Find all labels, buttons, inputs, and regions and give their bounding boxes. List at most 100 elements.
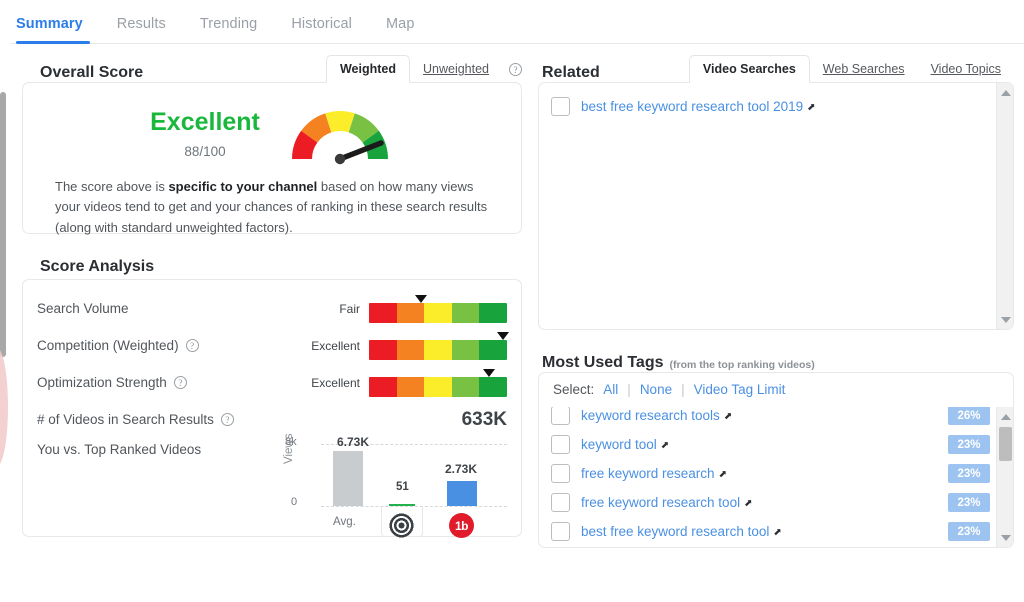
list-item[interactable]: free keyword research tool ⬈ 23% xyxy=(539,488,996,517)
list-item[interactable]: best free keyword research tool 2019 ⬈ xyxy=(539,93,996,120)
list-item[interactable]: free keyword research ⬈ 23% xyxy=(539,459,996,488)
tab-video-searches[interactable]: Video Searches xyxy=(688,55,810,83)
select-none-link[interactable]: None xyxy=(640,382,672,397)
scroll-up-arrow-icon[interactable] xyxy=(997,84,1013,101)
score-description: The score above is specific to your chan… xyxy=(39,171,505,238)
external-link-icon: ⬈ xyxy=(744,498,753,509)
tab-map[interactable]: Map xyxy=(369,16,432,43)
bar-tubebuddy xyxy=(447,481,477,506)
list-item[interactable]: keyword tool ⬈ 23% xyxy=(539,430,996,459)
page-scrollbar-thumb[interactable] xyxy=(0,92,6,357)
question-mark-icon[interactable]: ? xyxy=(509,63,522,76)
gauge-icon xyxy=(286,103,394,165)
related-title: Related xyxy=(542,64,600,81)
related-list-card: best free keyword research tool 2019 ⬈ xyxy=(538,82,1014,330)
most-used-tags-title: Most Used Tags xyxy=(542,354,664,371)
related-link[interactable]: best free keyword research tool 2019 ⬈ xyxy=(581,99,816,114)
checkbox[interactable] xyxy=(551,522,570,541)
tag-link[interactable]: free keyword research tool ⬈ xyxy=(581,495,752,510)
meter-marker-icon xyxy=(415,294,428,303)
related-link-text: best free keyword research tool 2019 xyxy=(581,99,804,114)
analysis-row-optimization: Optimization Strength ? Excellent xyxy=(37,364,507,401)
separator: | xyxy=(627,382,631,397)
tab-video-topics[interactable]: Video Topics xyxy=(918,56,1014,82)
tag-text: free keyword research xyxy=(581,466,715,481)
external-link-icon: ⬈ xyxy=(723,411,733,422)
bar-value-label: 6.73K xyxy=(337,435,370,449)
bar-value-label: 2.73K xyxy=(445,462,478,476)
checkbox[interactable] xyxy=(551,493,570,512)
analysis-grade: Excellent xyxy=(311,375,360,390)
tag-link[interactable]: free keyword research ⬈ xyxy=(581,466,727,481)
analysis-label: Competition (Weighted) xyxy=(37,338,179,353)
analysis-meter-wrap xyxy=(369,331,509,360)
checkbox[interactable] xyxy=(551,464,570,483)
analysis-row-video-count: # of Videos in Search Results ? 633K xyxy=(37,401,507,438)
tag-link[interactable]: keyword tool ⬈ xyxy=(581,437,669,452)
tab-unweighted[interactable]: Unweighted xyxy=(410,56,502,82)
tag-text: free keyword research tool xyxy=(581,495,741,510)
scroll-down-arrow-icon[interactable] xyxy=(997,529,1013,546)
checkbox[interactable] xyxy=(551,435,570,454)
list-item[interactable]: best free keyword research tool ⬈ 23% xyxy=(539,517,996,546)
tab-web-searches[interactable]: Web Searches xyxy=(810,56,918,82)
score-analysis-card: Search Volume Fair Competition (Weighted… xyxy=(22,279,522,538)
tab-weighted[interactable]: Weighted xyxy=(325,55,410,83)
video-tag-limit-link[interactable]: Video Tag Limit xyxy=(694,382,786,397)
tags-scrollbar[interactable] xyxy=(996,407,1013,547)
related-header: Related Video Searches Web Searches Vide… xyxy=(538,52,1014,83)
analysis-meter-wrap xyxy=(369,294,507,323)
most-used-tags-card: Select: All | None | Video Tag Limit key… xyxy=(538,372,1014,548)
checkbox[interactable] xyxy=(551,407,570,425)
comparison-label: You vs. Top Ranked Videos xyxy=(37,442,202,457)
rating-meter xyxy=(369,376,507,397)
meter-marker-icon xyxy=(483,368,496,377)
score-value: 88/100 xyxy=(184,143,226,159)
tag-link[interactable]: keyword research tools ⬈ xyxy=(581,408,732,423)
checkbox[interactable] xyxy=(551,97,570,116)
target-icon xyxy=(389,513,414,538)
tab-historical[interactable]: Historical xyxy=(274,16,369,43)
tab-trending[interactable]: Trending xyxy=(183,16,275,43)
score-row: Excellent 88/100 xyxy=(39,97,505,171)
tag-percent-badge: 26% xyxy=(948,407,990,425)
external-link-icon: ⬈ xyxy=(660,440,670,451)
tag-percent-badge: 23% xyxy=(948,464,990,483)
analysis-row-competition: Competition (Weighted) ? Excellent xyxy=(37,327,509,364)
main-tabbar: Summary Results Trending Historical Map xyxy=(10,4,1024,44)
scroll-down-arrow-icon[interactable] xyxy=(997,311,1013,328)
list-item[interactable]: keyword research tools ⬈ 26% xyxy=(539,407,996,430)
tag-text: best free keyword research tool xyxy=(581,524,770,539)
question-mark-icon[interactable]: ? xyxy=(185,339,199,352)
related-scrollbar[interactable] xyxy=(996,83,1013,329)
views-comparison-chart: Views 8k 0 6.73K Avg. 51 2.73K 1b xyxy=(283,434,507,541)
analysis-label: Optimization Strength xyxy=(37,375,167,390)
most-used-tags-subtitle: (from the top ranking videos) xyxy=(669,359,815,371)
question-mark-icon[interactable]: ? xyxy=(220,413,234,426)
related-list: best free keyword research tool 2019 ⬈ xyxy=(539,83,996,329)
tag-text: keyword tool xyxy=(581,437,657,452)
analysis-label-group: # of Videos in Search Results ? xyxy=(37,412,462,427)
external-link-icon: ⬈ xyxy=(807,102,816,113)
bar-value-label: 51 xyxy=(396,481,409,493)
decorative-blob xyxy=(0,348,8,466)
score-text-group: Excellent 88/100 xyxy=(150,109,260,159)
score-desc-bold: specific to your channel xyxy=(168,179,318,194)
select-all-link[interactable]: All xyxy=(603,382,618,397)
page-scrollbar-track[interactable] xyxy=(0,0,6,602)
analysis-grade: Excellent xyxy=(311,338,360,353)
tab-summary[interactable]: Summary xyxy=(10,16,100,44)
separator: | xyxy=(681,382,685,397)
scroll-up-arrow-icon[interactable] xyxy=(997,408,1013,425)
tag-percent-badge: 23% xyxy=(948,522,990,541)
question-mark-icon[interactable]: ? xyxy=(173,376,187,389)
meter-marker-icon xyxy=(496,331,509,340)
analysis-label: Search Volume xyxy=(37,301,129,316)
score-analysis-title: Score Analysis xyxy=(40,258,155,275)
tag-link[interactable]: best free keyword research tool ⬈ xyxy=(581,524,782,539)
tag-percent-badge: 23% xyxy=(948,435,990,454)
tab-results[interactable]: Results xyxy=(100,16,183,43)
score-desc-pre: The score above is xyxy=(55,179,169,194)
bar-x-label-avg: Avg. xyxy=(333,516,356,528)
tags-scrollbar-thumb[interactable] xyxy=(999,427,1012,461)
